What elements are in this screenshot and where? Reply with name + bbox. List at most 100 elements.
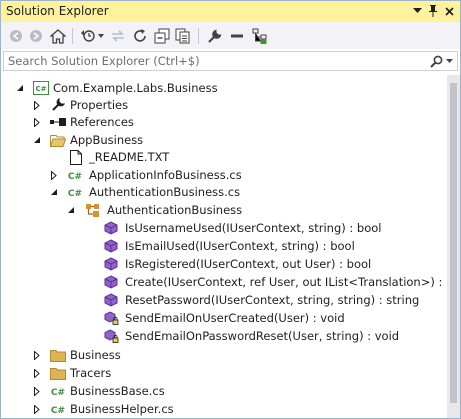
show-all-files-icon[interactable] [174, 27, 192, 45]
back-icon[interactable] [7, 27, 25, 45]
method-icon [103, 274, 119, 290]
toolbar-separator [198, 28, 199, 44]
forward-icon[interactable] [27, 27, 45, 45]
private-method-icon [103, 310, 119, 326]
solution-tree: C# Com.Example.Labs.Business Properties … [1, 75, 447, 418]
csharp-file-icon: C# [50, 401, 66, 417]
refresh-icon[interactable] [131, 27, 149, 45]
csharp-project-icon: C# [33, 80, 49, 96]
tree-label: AuthenticationBusiness [107, 203, 243, 217]
tree-node-properties[interactable]: Properties [1, 96, 447, 114]
search-box [3, 51, 458, 71]
collapsed-arrow-icon[interactable] [49, 170, 59, 180]
toolbar-separator [72, 28, 73, 44]
method-icon [103, 256, 119, 272]
svg-text:C#: C# [68, 172, 82, 181]
svg-text:C#: C# [35, 85, 46, 93]
properties-wrench-icon[interactable] [206, 27, 224, 45]
tree-node-auth-class[interactable]: AuthenticationBusiness [1, 201, 447, 219]
home-icon[interactable] [49, 27, 67, 45]
tree-label: BusinessHelper.cs [70, 402, 174, 416]
csharp-file-icon: C# [67, 167, 83, 183]
svg-text:C#: C# [68, 189, 82, 198]
private-method-icon [103, 328, 119, 344]
expanded-arrow-icon[interactable] [15, 83, 25, 93]
tree-node-readme[interactable]: _README.TXT [1, 148, 447, 166]
collapsed-arrow-icon[interactable] [32, 404, 42, 414]
pin-icon[interactable] [425, 3, 441, 19]
preview-icon[interactable] [251, 27, 269, 45]
collapse-all-icon[interactable] [153, 27, 171, 45]
tree-label: References [70, 115, 134, 129]
tree-node-business-folder[interactable]: Business [1, 346, 447, 364]
method-icon [103, 238, 119, 254]
wrench-icon [50, 97, 66, 113]
scrollbar-thumb[interactable] [450, 83, 457, 403]
tree-node-businessbase-file[interactable]: C# BusinessBase.cs [1, 382, 447, 400]
dropdown-arrow-icon[interactable] [409, 3, 425, 19]
tree-node-auth-file[interactable]: C# AuthenticationBusiness.cs [1, 183, 447, 201]
tree-node-appbusiness-folder[interactable]: AppBusiness [1, 131, 447, 149]
tree-label: BusinessBase.cs [70, 384, 165, 398]
tree-node-method[interactable]: Create(IUserContext, ref User, out IList… [1, 273, 447, 291]
svg-text:C#: C# [51, 406, 65, 415]
csharp-file-icon: C# [67, 184, 83, 200]
solution-explorer-panel: Solution Explorer Search Solution Explor… [0, 0, 461, 419]
tree-label: Com.Example.Labs.Business [53, 81, 218, 95]
svg-text:C#: C# [51, 388, 65, 397]
tree-label: AppBusiness [70, 133, 144, 147]
open-folder-icon [50, 132, 66, 148]
tree-node-project[interactable]: C# Com.Example.Labs.Business [1, 79, 447, 97]
history-dropdown-icon[interactable] [97, 27, 105, 45]
tree-label: AuthenticationBusiness.cs [89, 185, 241, 199]
search-options-dropdown-icon[interactable] [445, 54, 454, 68]
tree-node-method-private[interactable]: SendEmailOnUserCreated(User) : void [1, 309, 447, 327]
search-icon[interactable] [429, 54, 443, 68]
sync-icon[interactable] [109, 27, 127, 45]
class-icon [85, 202, 101, 218]
tree-label: SendEmailOnUserCreated(User) : void [125, 311, 345, 325]
tree-node-method[interactable]: IsRegistered(IUserContext, out User) : b… [1, 255, 447, 273]
method-icon [103, 292, 119, 308]
tree-label: _README.TXT [89, 150, 170, 164]
expanded-arrow-icon[interactable] [66, 205, 76, 215]
tree-node-references[interactable]: References [1, 113, 447, 131]
tree-node-appinfo-file[interactable]: C# ApplicationInfoBusiness.cs [1, 166, 447, 184]
tree-label: Business [70, 348, 121, 362]
tree-label: SendEmailOnPasswordReset(User, string) :… [125, 329, 400, 343]
folder-icon [50, 347, 66, 363]
expanded-arrow-icon[interactable] [49, 187, 59, 197]
toolbar [1, 22, 460, 49]
window-title: Solution Explorer [6, 4, 109, 18]
references-icon [50, 114, 66, 130]
method-icon [103, 220, 119, 236]
tree-label: ApplicationInfoBusiness.cs [89, 168, 242, 182]
tree-node-method[interactable]: ResetPassword(IUserContext, string, stri… [1, 291, 447, 309]
tree-node-tracers-folder[interactable]: Tracers [1, 364, 447, 382]
text-file-icon [68, 149, 84, 165]
tree-node-businesshelper-file[interactable]: C# BusinessHelper.cs [1, 400, 447, 418]
collapsed-arrow-icon[interactable] [32, 117, 42, 127]
tree-label: IsEmailUsed(IUserContext, string) : bool [125, 239, 355, 253]
expanded-arrow-icon[interactable] [32, 135, 42, 145]
tree-node-method[interactable]: IsEmailUsed(IUserContext, string) : bool [1, 237, 447, 255]
history-icon[interactable] [79, 27, 97, 45]
collapsed-arrow-icon[interactable] [32, 368, 42, 378]
collapsed-arrow-icon[interactable] [32, 100, 42, 110]
tree-label: IsRegistered(IUserContext, out User) : b… [125, 257, 372, 271]
minus-icon[interactable] [228, 27, 246, 45]
collapsed-arrow-icon[interactable] [32, 386, 42, 396]
tree-label: Create(IUserContext, ref User, out IList… [125, 275, 447, 289]
close-icon[interactable] [441, 3, 457, 19]
tree-node-method[interactable]: IsUsernameUsed(IUserContext, string) : b… [1, 219, 447, 237]
tree-label: IsUsernameUsed(IUserContext, string) : b… [125, 221, 382, 235]
csharp-file-icon: C# [50, 383, 66, 399]
vertical-scrollbar[interactable] [447, 75, 460, 418]
search-input[interactable] [4, 52, 424, 70]
title-bar: Solution Explorer [1, 1, 460, 22]
tree-node-method-private[interactable]: SendEmailOnPasswordReset(User, string) :… [1, 327, 447, 345]
tree-label: Properties [70, 98, 129, 112]
folder-icon [50, 365, 66, 381]
tree-label: ResetPassword(IUserContext, string, stri… [125, 293, 420, 307]
collapsed-arrow-icon[interactable] [32, 350, 42, 360]
